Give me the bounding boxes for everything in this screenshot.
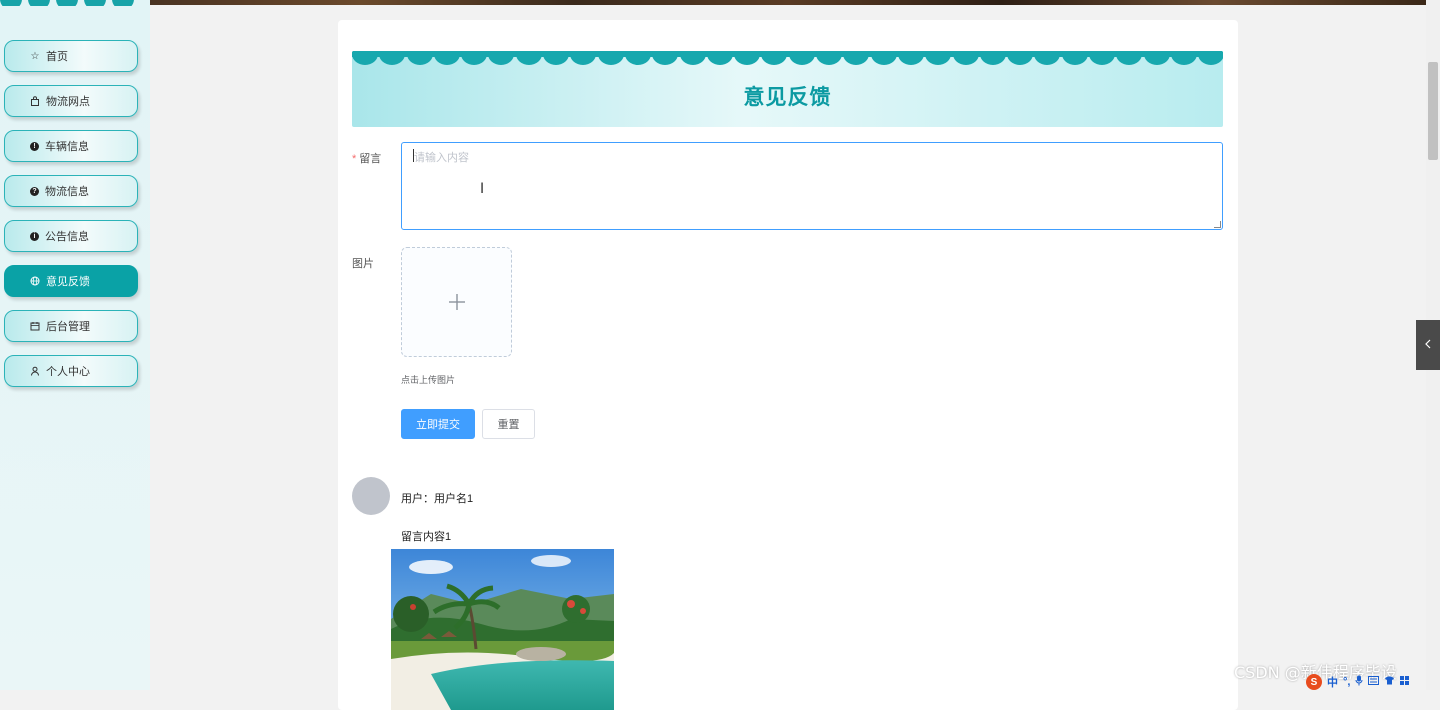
wave-scallop (706, 51, 733, 65)
calendar-icon (29, 320, 41, 332)
sidebar: ☆ 首页 物流网点 ! 车辆信息 ? 物流信息 i 公告信息 意见反馈 后台管理… (0, 0, 150, 690)
image-label: 图片 (352, 258, 374, 270)
wave-scallop (433, 51, 460, 65)
sidebar-item-label: 后台管理 (46, 321, 90, 333)
wave-scallop (488, 51, 515, 65)
wave-scallop (1089, 51, 1116, 65)
question-dot-icon: ? (30, 186, 39, 196)
sidebar-item-vehicles[interactable]: ! 车辆信息 (4, 130, 138, 162)
message-placeholder: 请输入内容 (414, 152, 469, 164)
sidebar-item-label: 公告信息 (45, 231, 89, 243)
message-label: * 留言 (352, 153, 382, 165)
feedback-card: 意见反馈 * 留言 请输入内容 I 图片 点击上传图片 立即提交 重置 用户：用户… (338, 20, 1238, 710)
user-icon (29, 365, 41, 377)
comment-image (391, 549, 614, 710)
wave-scallop (1116, 51, 1143, 65)
page-banner: 意见反馈 (352, 51, 1223, 127)
wave-scallop (897, 51, 924, 65)
reset-button[interactable]: 重置 (482, 409, 535, 439)
info-dot-icon: i (30, 231, 39, 241)
sidebar-item-label: 个人中心 (46, 366, 90, 378)
sidebar-item-home[interactable]: ☆ 首页 (4, 40, 138, 72)
wave-scallop (1061, 51, 1088, 65)
keyboard-icon[interactable] (1368, 676, 1380, 688)
page-title: 意见反馈 (743, 86, 832, 109)
upload-tip: 点击上传图片 (401, 375, 456, 385)
wave-scallop (543, 51, 570, 65)
sogou-logo-icon: S (1306, 674, 1322, 690)
wave-scallop (925, 51, 952, 65)
sidebar-item-logistics-points[interactable]: 物流网点 (4, 85, 138, 117)
banner-wave-decoration (352, 51, 1223, 65)
image-upload-button[interactable] (401, 247, 512, 357)
star-icon: ☆ (30, 50, 40, 62)
wave-scallop (1170, 51, 1197, 65)
wave-scallop (1034, 51, 1061, 65)
wave-scallop (843, 51, 870, 65)
wave-scallop (816, 51, 843, 65)
required-asterisk: * (352, 153, 357, 165)
wave-scallop (1198, 51, 1223, 65)
wave-scallop (734, 51, 761, 65)
globe-icon (29, 275, 41, 287)
wave-scallop (1007, 51, 1034, 65)
sidebar-item-label: 物流网点 (46, 96, 90, 108)
avatar (352, 477, 390, 515)
wave-scallop (352, 51, 378, 65)
bag-icon (29, 95, 41, 107)
comment-content: 留言内容1 (401, 531, 452, 543)
microphone-icon[interactable] (1355, 675, 1363, 689)
message-textarea[interactable]: 请输入内容 I (401, 142, 1223, 230)
scrollbar-thumb[interactable] (1428, 62, 1438, 160)
punctuation-icon[interactable]: °, (1343, 676, 1350, 688)
ibeam-cursor-icon: I (480, 181, 485, 197)
skin-icon[interactable] (1384, 676, 1395, 688)
sidebar-item-label: 首页 (46, 51, 68, 63)
sidebar-item-announcements[interactable]: i 公告信息 (4, 220, 138, 252)
sidebar-item-admin[interactable]: 后台管理 (4, 310, 138, 342)
plus-icon (448, 286, 466, 318)
wave-scallop (1143, 51, 1170, 65)
wave-scallop (406, 51, 433, 65)
info-dot-icon: ! (30, 141, 39, 151)
ime-language-label[interactable]: 中 (1327, 674, 1338, 690)
wave-scallop (597, 51, 624, 65)
wave-scallop (788, 51, 815, 65)
wave-scallop (652, 51, 679, 65)
resize-handle[interactable] (1214, 221, 1221, 228)
header-background-strip (148, 0, 1428, 5)
ime-toolbar[interactable]: S 中 °, (1306, 674, 1440, 690)
wave-scallop (461, 51, 488, 65)
sidebar-item-personal-center[interactable]: 个人中心 (4, 355, 138, 387)
side-panel-toggle[interactable] (1416, 320, 1440, 370)
wave-scallop (679, 51, 706, 65)
sidebar-item-label: 意见反馈 (46, 276, 90, 288)
grid-menu-icon[interactable] (1400, 676, 1410, 688)
chevron-left-icon (1424, 338, 1432, 352)
wave-scallop (570, 51, 597, 65)
wave-scallop (515, 51, 542, 65)
sidebar-scallop-decoration (0, 0, 150, 6)
wave-scallop (624, 51, 651, 65)
wave-scallop (952, 51, 979, 65)
sidebar-item-logistics-info[interactable]: ? 物流信息 (4, 175, 138, 207)
sidebar-item-label: 物流信息 (45, 186, 89, 198)
submit-button[interactable]: 立即提交 (401, 409, 475, 439)
sidebar-item-label: 车辆信息 (45, 141, 89, 153)
sidebar-item-feedback[interactable]: 意见反馈 (4, 265, 138, 297)
wave-scallop (761, 51, 788, 65)
wave-scallop (870, 51, 897, 65)
wave-scallop (979, 51, 1006, 65)
wave-scallop (379, 51, 406, 65)
comment-username: 用户：用户名1 (401, 493, 474, 505)
